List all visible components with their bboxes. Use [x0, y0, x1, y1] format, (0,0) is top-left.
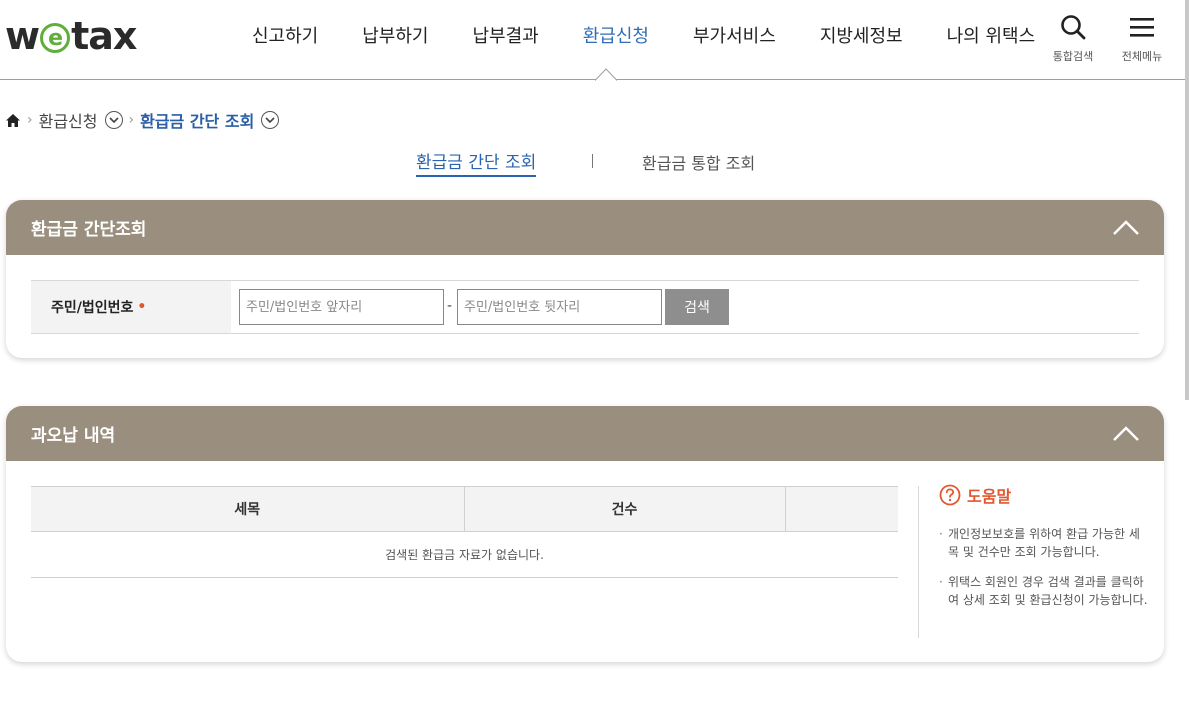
full-menu-label: 전체메뉴 [1121, 50, 1163, 63]
breadcrumb-level1[interactable]: 환급신청 [39, 108, 98, 132]
overpayment-panel: 과오납 내역 세목 건수 검색된 환급금 자료가 없습니다. 도움말 · 개인정… [6, 406, 1164, 662]
id-number-form-row: 주민/법인번호• - 검색 [31, 280, 1139, 334]
question-circle-icon [939, 484, 961, 506]
main-nav: 신고하기 납부하기 납부결과 환급신청 부가서비스 지방세정보 나의 위택스 [230, 22, 1057, 48]
overpayment-panel-title: 과오납 내역 [31, 426, 116, 446]
nav-item-extra-services[interactable]: 부가서비스 [671, 22, 798, 48]
simple-lookup-panel-title: 환급금 간단조회 [31, 220, 147, 240]
overpayment-table: 세목 건수 검색된 환급금 자료가 없습니다. [31, 486, 898, 578]
home-icon[interactable] [5, 113, 21, 128]
collapse-chevron-up-icon[interactable] [1112, 424, 1140, 444]
help-box: 도움말 개인정보보호를 위하여 환급 가능한 세목 및 건수만 조회 가능합니다… [918, 483, 1148, 638]
full-menu-button[interactable]: 전체메뉴 [1112, 14, 1172, 64]
empty-result-message: 검색된 환급금 자료가 없습니다. [31, 531, 898, 578]
wetax-logo[interactable]: w e tax [5, 14, 137, 58]
id-number-label: 주민/법인번호 • [31, 281, 231, 333]
overpayment-panel-header: 과오납 내역 [6, 406, 1164, 461]
help-title: 도움말 [939, 483, 1148, 507]
nav-item-report[interactable]: 신고하기 [230, 22, 340, 48]
breadcrumb-level2[interactable]: 환급금 간단 조회 [140, 108, 254, 132]
column-header-blank [784, 486, 898, 532]
tab-integrated-refund-lookup[interactable]: 환급금 통합 조회 [642, 150, 755, 174]
breadcrumb-level1-dropdown-icon[interactable] [104, 111, 123, 129]
tab-divider [592, 154, 593, 168]
search-icon [1061, 15, 1086, 40]
hamburger-menu-icon [1130, 18, 1154, 37]
site-header: w e tax 신고하기 납부하기 납부결과 환급신청 부가서비스 지방세정보 나의… [0, 0, 1189, 81]
id-number-front-input[interactable] [239, 289, 444, 325]
help-item: 위택스 회원인 경우 검색 결과를 클릭하여 상세 조회 및 환급신청이 가능합… [939, 573, 1148, 609]
column-header-count: 건수 [463, 486, 785, 532]
chevron-down-icon [265, 117, 275, 123]
search-button[interactable]: 검색 [665, 289, 729, 325]
breadcrumb-level2-dropdown-icon[interactable] [261, 111, 280, 129]
chevron-right-icon: › [27, 112, 33, 128]
column-header-tax-item: 세목 [31, 486, 464, 532]
tab-simple-refund-lookup[interactable]: 환급금 간단 조회 [416, 148, 537, 177]
id-number-back-input[interactable] [457, 289, 662, 325]
nav-item-local-tax-info[interactable]: 지방세정보 [798, 22, 925, 48]
help-item: 개인정보보호를 위하여 환급 가능한 세목 및 건수만 조회 가능합니다. [939, 525, 1148, 561]
logo-text-post: tax [71, 14, 137, 58]
help-title-text: 도움말 [967, 487, 1012, 506]
chevron-right-icon: › [128, 112, 135, 128]
id-number-dash: - [447, 298, 453, 314]
breadcrumb: › 환급신청 › 환급금 간단 조회 [5, 108, 280, 132]
logo-e-icon: e [40, 23, 71, 53]
simple-lookup-panel-header: 환급금 간단조회 [6, 200, 1164, 255]
global-search-button[interactable]: 통합검색 [1043, 14, 1103, 64]
required-mark: • [137, 299, 147, 315]
table-row: 검색된 환급금 자료가 없습니다. [31, 531, 898, 578]
table-header-row: 세목 건수 [31, 486, 898, 532]
id-number-label-text: 주민/법인번호 [51, 300, 134, 316]
simple-lookup-panel: 환급금 간단조회 주민/법인번호• - 검색 [6, 200, 1164, 358]
nav-item-refund[interactable]: 환급신청 [561, 22, 671, 48]
global-search-label: 통합검색 [1052, 50, 1094, 63]
nav-item-pay[interactable]: 납부하기 [340, 22, 450, 48]
active-nav-caret-icon [595, 68, 617, 81]
nav-item-my-wetax[interactable]: 나의 위택스 [925, 22, 1058, 48]
content-tabs: 환급금 간단 조회 환급금 통합 조회 [0, 146, 1170, 177]
nav-item-payment-result[interactable]: 납부결과 [451, 22, 561, 48]
page-scrollbar[interactable] [1185, 0, 1189, 400]
collapse-chevron-up-icon[interactable] [1112, 218, 1140, 238]
chevron-down-icon [108, 117, 119, 123]
help-list: 개인정보보호를 위하여 환급 가능한 세목 및 건수만 조회 가능합니다. 위택… [939, 525, 1148, 609]
logo-text-pre: w [5, 14, 40, 58]
